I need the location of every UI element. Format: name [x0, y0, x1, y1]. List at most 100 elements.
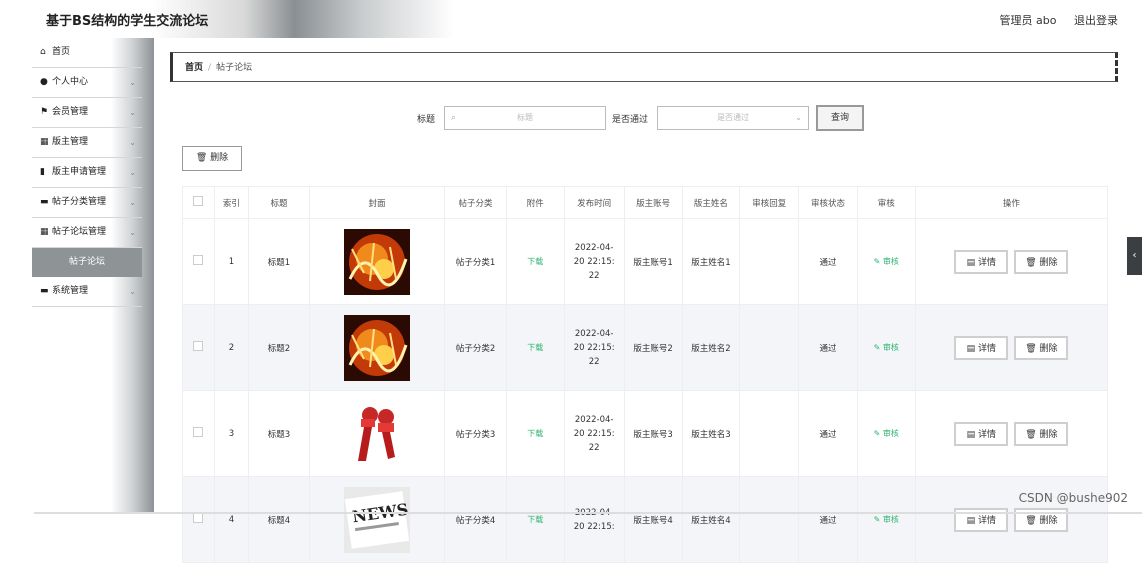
edit-icon: ✎ — [873, 515, 881, 524]
title-label: 标题 — [417, 115, 436, 125]
reply-cell — [739, 304, 800, 391]
actions-cell: ▤ 详情 🗑 删除 — [914, 218, 1109, 305]
audit-link[interactable]: ✎ 审核 — [874, 429, 899, 438]
download-link[interactable]: 下载 — [527, 429, 543, 438]
date-line: 20 22:15: — [573, 256, 615, 267]
query-button[interactable]: 查询 — [816, 105, 864, 131]
breadcrumb: 首页 / 帖子论坛 — [170, 52, 1118, 82]
sidebar-item-6[interactable]: ▦ 帖子论坛管理 ⌄ — [32, 218, 142, 248]
row-select-cell[interactable] — [182, 304, 215, 391]
column-header: 发布时间 — [563, 186, 625, 219]
table-header-row: 索引 标题 封面 帖子分类 附件 发布时间 版主账号 版主姓名 审核回复 审核状态 审核 操作 — [182, 186, 1109, 219]
date-line: 22 — [588, 442, 600, 453]
sidebar-item-5[interactable]: ▬ 帖子分类管理 ⌄ — [32, 188, 142, 218]
document-icon: ▤ — [966, 257, 976, 268]
status-cell: 通过 — [798, 218, 858, 305]
chat-icon: ▬ — [40, 286, 49, 296]
row-checkbox[interactable] — [193, 513, 204, 523]
index-cell: 2 — [213, 304, 250, 391]
sidebar-item-label: 个人中心 — [52, 77, 89, 87]
trash-icon: 🗑 — [195, 153, 208, 163]
category-cell: 帖子分类4 — [444, 476, 507, 563]
collapse-tab[interactable]: ‹ — [1127, 237, 1142, 275]
detail-button[interactable]: ▤ 详情 — [954, 421, 1009, 446]
download-link[interactable]: 下载 — [527, 257, 543, 266]
chevron-down-icon: ⌄ — [129, 138, 136, 147]
title-search-input[interactable]: ⌕ 标题 — [444, 106, 606, 130]
row-select-cell[interactable] — [182, 218, 215, 305]
audit-link[interactable]: ✎ 审核 — [874, 257, 899, 266]
logout-link[interactable]: 退出登录 — [1074, 14, 1118, 27]
row-checkbox[interactable] — [193, 255, 204, 265]
sidebar-item-label: 帖子论坛管理 — [52, 227, 107, 237]
user-name[interactable]: 管理员 abo — [1000, 14, 1057, 27]
date-line: 20 22:15: — [573, 521, 615, 532]
chevron-down-icon: ⌄ — [129, 287, 136, 296]
trash-icon: 🗑 — [1025, 257, 1037, 268]
row-checkbox[interactable] — [193, 341, 204, 351]
sidebar-item-7[interactable]: 帖子论坛 — [32, 248, 142, 277]
actions-cell: ▤ 详情 🗑 删除 — [914, 304, 1109, 391]
date-line: 22 — [588, 356, 600, 367]
document-icon: ▤ — [966, 343, 976, 354]
date-line: 2022-04- — [574, 328, 614, 339]
audit-cell: ✎ 审核 — [856, 218, 916, 305]
cover-cell — [308, 304, 446, 391]
sidebar-item-label: 版主管理 — [52, 137, 89, 147]
edit-icon: ✎ — [873, 429, 881, 438]
status-cell: 通过 — [798, 390, 858, 477]
row-checkbox[interactable] — [193, 427, 204, 437]
title-cell: 标题2 — [248, 304, 310, 391]
grid-icon: ▦ — [40, 137, 49, 147]
chevron-down-icon: ⌄ — [129, 228, 136, 237]
breadcrumb-current: 帖子论坛 — [216, 63, 253, 73]
sidebar-item-label: 系统管理 — [52, 286, 89, 296]
sidebar-item-label: 会员管理 — [52, 107, 89, 117]
sidebar-item-3[interactable]: ▦ 版主管理 ⌄ — [32, 128, 142, 158]
audit-link[interactable]: ✎ 审核 — [874, 515, 899, 524]
title-cell: 标题3 — [248, 390, 310, 477]
audit-link[interactable]: ✎ 审核 — [874, 343, 899, 352]
delete-button[interactable]: 🗑 删除 — [1014, 421, 1069, 446]
row-select-cell[interactable] — [182, 476, 215, 563]
row-select-cell[interactable] — [182, 390, 215, 477]
select-all-cell[interactable] — [182, 186, 215, 219]
column-header: 封面 — [308, 186, 446, 219]
sidebar-item-0[interactable]: ⌂ 首页 — [32, 38, 142, 68]
sidebar-item-1[interactable]: ● 个人中心 ⌄ — [32, 68, 142, 98]
name-cell: 版主姓名1 — [681, 218, 741, 305]
sidebar-item-2[interactable]: ⚑ 会员管理 ⌄ — [32, 98, 142, 128]
download-link[interactable]: 下载 — [527, 515, 543, 524]
table-row: 3 标题3 帖子分类3 下载 2022-04- 20 22:15: 22 版主账号3 版主姓名3… — [182, 390, 1109, 477]
account-cell: 版主账号1 — [623, 218, 683, 305]
chevron-down-icon: ⌄ — [129, 78, 136, 87]
passed-select[interactable]: 是否通过 ⌄ — [657, 106, 809, 130]
column-header: 审核回复 — [739, 186, 800, 219]
detail-button[interactable]: ▤ 详情 — [954, 335, 1009, 360]
download-link[interactable]: 下载 — [527, 343, 543, 352]
cover-image: NEWS — [344, 486, 411, 553]
attachment-cell: 下载 — [505, 476, 565, 563]
table-row: 4标题4 NEWS 帖子分类4 下载 2022-04-20 22:15:版主账号4版主姓… — [182, 476, 1109, 563]
cover-image — [344, 400, 411, 467]
delete-button[interactable]: 🗑 删除 — [1014, 335, 1069, 360]
home-icon: ⌂ — [40, 47, 46, 57]
cover-cell — [308, 390, 446, 477]
main-content: 首页 / 帖子论坛 标题 ⌕ 标题 是否通过 是否通过 ⌄ 查询 🗑 删除 索引 标题… — [154, 38, 1142, 563]
chevron-down-icon: ⌄ — [129, 168, 136, 177]
column-header: 帖子分类 — [444, 186, 507, 219]
batch-delete-button[interactable]: 🗑 删除 — [182, 146, 242, 171]
breadcrumb-separator: / — [208, 63, 212, 73]
date-cell: 2022-04- 20 22:15: 22 — [563, 218, 625, 305]
title-cell: 标题1 — [248, 218, 310, 305]
document-icon: ▤ — [966, 429, 976, 440]
sidebar-item-8[interactable]: ▬ 系统管理 ⌄ — [32, 277, 142, 307]
select-all-checkbox[interactable] — [193, 196, 204, 206]
delete-button[interactable]: 🗑 删除 — [1014, 249, 1069, 274]
breadcrumb-home[interactable]: 首页 — [185, 63, 203, 73]
attachment-cell: 下载 — [505, 304, 565, 391]
detail-button[interactable]: ▤ 详情 — [954, 249, 1009, 274]
index-cell: 1 — [213, 218, 250, 305]
passed-label: 是否通过 — [612, 115, 649, 125]
sidebar-item-4[interactable]: ▮ 版主申请管理 ⌄ — [32, 158, 142, 188]
